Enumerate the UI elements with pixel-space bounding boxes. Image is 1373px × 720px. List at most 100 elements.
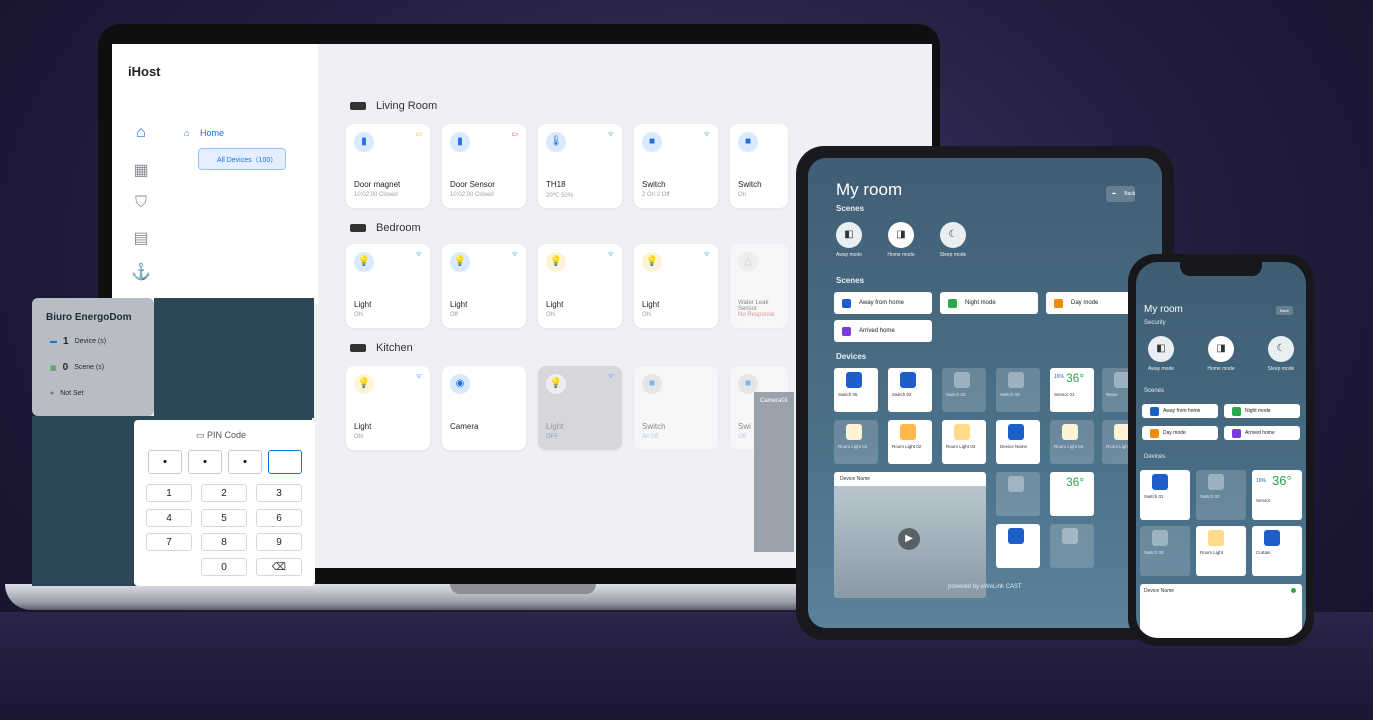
device-tile[interactable] (996, 524, 1040, 568)
device-tile[interactable] (996, 472, 1040, 516)
key-1[interactable]: 1 (146, 484, 192, 502)
device-card[interactable]: 💡 ᯤ Light ON (346, 366, 430, 450)
device-tile[interactable]: Switch 02 (942, 368, 986, 412)
away-mode-icon[interactable]: ◧ (1148, 336, 1174, 362)
scene-button[interactable]: Arrived home (834, 320, 932, 342)
scene-icon: ▦ (50, 364, 57, 372)
room-title-kitchen: Kitchen (350, 342, 413, 354)
scene-count: ▦ 0 Scene (s) (50, 362, 105, 373)
sensor-tile[interactable]: 36° (1050, 472, 1094, 516)
zigbee-icon: ᯤ (415, 251, 422, 258)
sensor-tile[interactable]: 16% 36° Sensor (1252, 470, 1302, 520)
sleep-mode-icon[interactable]: ☾ (1268, 336, 1294, 362)
key-7[interactable]: 7 (146, 533, 192, 551)
phone-notch (1180, 262, 1262, 276)
switch-icon: ■ (738, 374, 758, 394)
security-shield-icon[interactable]: ⛉ (130, 194, 152, 216)
scene-label: Sleep mode (939, 252, 967, 258)
key-5[interactable]: 5 (201, 509, 247, 527)
device-tile[interactable]: Switch 01 (1140, 470, 1190, 520)
key-8[interactable]: 8 (201, 533, 247, 551)
device-tile[interactable]: Curtain (1252, 526, 1302, 576)
device-card[interactable]: 💡 ᯤ Light ON (538, 244, 622, 328)
key-9[interactable]: 9 (256, 533, 302, 551)
scene-button[interactable]: Day mode (1142, 426, 1218, 440)
device-tile[interactable]: Room Light 01 (834, 420, 878, 464)
site-summary-panel: Biuro EnergoDom ▬ 1 Device (s) ▦ 0 Scene (s)… (32, 298, 154, 416)
online-dot (1291, 588, 1296, 593)
device-tile[interactable]: Switch 03 (1140, 526, 1190, 576)
device-card[interactable]: ▮ ▭ Door Sensor 10:02:00 Closed (442, 124, 526, 208)
key-2[interactable]: 2 (201, 484, 247, 502)
phone-screen: My room Back Security ◧ ◨ ☾ Away mode Ho… (1136, 262, 1306, 638)
scene-label: Home mode (887, 252, 915, 258)
camera-preview[interactable]: Camera01 (754, 392, 794, 552)
device-card[interactable]: 🌡 ᯤ TH18 20℃ 50% (538, 124, 622, 208)
device-card[interactable]: ◉ Camera (442, 366, 526, 450)
camera-feed[interactable]: Device Name ▶ (834, 472, 986, 598)
pin-digit-active[interactable] (268, 450, 302, 474)
zigbee-icon: ᯤ (511, 251, 518, 258)
zigbee-icon: ᯤ (703, 131, 710, 138)
device-card[interactable]: 💡 ᯤ Light ON (634, 244, 718, 328)
device-tile[interactable]: Room Light 04 (1050, 420, 1094, 464)
key-6[interactable]: 6 (256, 509, 302, 527)
key-0[interactable]: 0 (201, 558, 247, 576)
device-card[interactable]: 💡 ᯤ Light Off (442, 244, 526, 328)
scene-button[interactable]: Away from home (834, 292, 932, 314)
key-4[interactable]: 4 (146, 509, 192, 527)
battery-icon: ▭ (511, 131, 518, 138)
pot-icon (350, 344, 366, 352)
device-card[interactable]: ▮ ▭ Door magnet 10:02:00 Closed (346, 124, 430, 208)
phone-devices-title: Devices (1144, 454, 1166, 460)
device-tile[interactable] (1050, 524, 1094, 568)
sidebar: iHost ⌂ ▦ ⛉ ▤ ⚓ ⌂ Home All Devices（100） (112, 44, 318, 304)
device-tile[interactable]: Switch 02 (888, 368, 932, 412)
device-card[interactable]: 💡 ᯤ Light OFF (538, 366, 622, 450)
door-icon: ▮ (450, 132, 470, 152)
scene-button[interactable]: Away from home (1142, 404, 1218, 418)
device-tile[interactable]: Switch 02 (1196, 470, 1246, 520)
device-tile[interactable]: Room Light 03 (942, 420, 986, 464)
bulb-icon: 💡 (354, 374, 374, 394)
device-tile[interactable]: Switch 05 (834, 368, 878, 412)
device-card[interactable]: 💡 ᯤ Light ON (346, 244, 430, 328)
phone-back-button[interactable]: Back (1276, 306, 1293, 315)
bulb-icon: 💡 (642, 252, 662, 272)
pin-digit: • (228, 450, 262, 474)
device-tile[interactable]: Switch 03 (996, 368, 1040, 412)
key-3[interactable]: 3 (256, 484, 302, 502)
mode-label: Home mode (1207, 366, 1235, 372)
device-card[interactable]: ■ ᯤ Switch 2 On 2 Off (634, 124, 718, 208)
camera-feed[interactable]: Device Name (1140, 584, 1302, 638)
dashboard-icon[interactable]: ▤ (130, 228, 152, 250)
device-count: ▬ 1 Device (s) (50, 336, 107, 347)
backspace-key[interactable]: ⌫ (256, 558, 302, 576)
switch-icon: ■ (738, 132, 758, 152)
device-card[interactable]: △ Water Leak Sensor No Response (730, 244, 788, 328)
app-brand: iHost (128, 64, 161, 79)
device-tile[interactable]: Room Light (1196, 526, 1246, 576)
device-tile[interactable]: Device Name (996, 420, 1040, 464)
sleep-mode-icon[interactable]: ☾ (940, 222, 966, 248)
scene-button[interactable]: Night mode (1224, 404, 1300, 418)
tree-home[interactable]: Home (200, 128, 224, 138)
sensor-tile[interactable]: 16% 36° Sensor 01 (1050, 368, 1094, 412)
home-mode-icon[interactable]: ◨ (1208, 336, 1234, 362)
home-icon[interactable]: ⌂ (130, 124, 152, 146)
device-card[interactable]: ■ Switch All Off (634, 366, 718, 450)
device-tile[interactable]: Room Light 02 (888, 420, 932, 464)
pin-digit: • (148, 450, 182, 474)
back-button[interactable]: ⬅ Back (1106, 186, 1136, 202)
home-mode-icon[interactable]: ◨ (888, 222, 914, 248)
device-card[interactable]: ■ Switch On (730, 124, 788, 208)
devices-grid-icon[interactable]: ▦ (130, 160, 152, 182)
scene-button[interactable]: Arrived home (1224, 426, 1300, 440)
mode-label: Away mode (1147, 366, 1175, 372)
away-mode-icon[interactable]: ◧ (836, 222, 862, 248)
tree-all-devices[interactable]: All Devices（100） (198, 148, 286, 170)
zigbee-icon: ᯤ (703, 251, 710, 258)
laptop-hinge (450, 584, 596, 594)
scene-button[interactable]: Night mode (940, 292, 1038, 314)
docker-icon[interactable]: ⚓ (130, 262, 152, 284)
